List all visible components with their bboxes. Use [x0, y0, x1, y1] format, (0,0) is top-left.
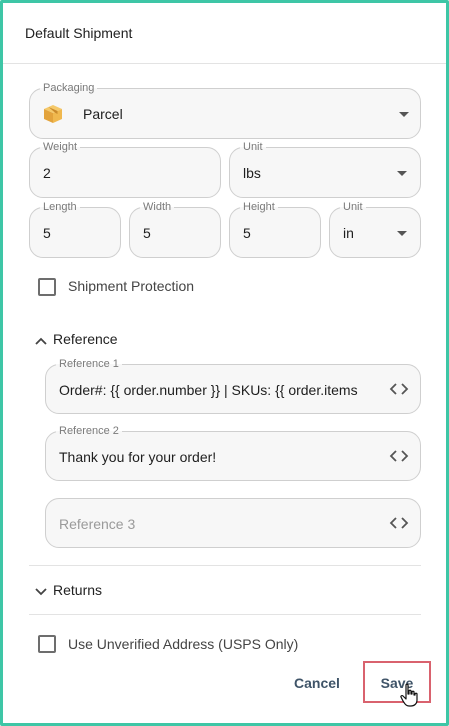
code-brackets-icon[interactable]: [389, 382, 409, 396]
returns-section-toggle[interactable]: Returns: [53, 582, 102, 598]
chevron-up-icon[interactable]: [34, 333, 48, 345]
reference-3-placeholder: Reference 3: [59, 516, 136, 532]
dialog-title: Default Shipment: [25, 25, 133, 41]
reference-2-input[interactable]: Reference 2 Thank you for your order!: [45, 424, 421, 481]
reference-2-value: Thank you for your order!: [59, 449, 217, 465]
packaging-label: Packaging: [40, 81, 98, 95]
hand-pointer-cursor-icon: [400, 683, 418, 707]
code-brackets-icon[interactable]: [389, 516, 409, 530]
packaging-select[interactable]: Packaging Parcel: [29, 81, 421, 139]
dimension-unit-select[interactable]: Unit in: [329, 200, 421, 258]
width-label: Width: [140, 200, 175, 214]
dimension-unit-value: in: [343, 225, 354, 241]
weight-label: Weight: [40, 140, 81, 154]
width-input[interactable]: Width 5: [129, 200, 221, 258]
chevron-down-icon: [399, 112, 409, 117]
cancel-button[interactable]: Cancel: [290, 673, 344, 693]
code-brackets-icon[interactable]: [389, 449, 409, 463]
reference-3-input[interactable]: Reference 3: [45, 498, 421, 548]
width-value: 5: [143, 225, 151, 241]
weight-unit-label: Unit: [240, 140, 266, 154]
packaging-value: Parcel: [83, 106, 123, 122]
reference-1-value: Order#: {{ order.number }} | SKUs: {{ or…: [59, 382, 358, 398]
dimension-unit-label: Unit: [340, 200, 366, 214]
reference-section-toggle[interactable]: Reference: [53, 331, 118, 347]
reference-1-input[interactable]: Reference 1 Order#: {{ order.number }} |…: [45, 357, 421, 414]
length-input[interactable]: Length 5: [29, 200, 121, 258]
height-input[interactable]: Height 5: [229, 200, 321, 258]
height-label: Height: [240, 200, 278, 214]
length-label: Length: [40, 200, 80, 214]
reference-2-label: Reference 2: [56, 424, 122, 438]
section-divider: [29, 565, 421, 566]
height-value: 5: [243, 225, 251, 241]
weight-input[interactable]: Weight 2: [29, 140, 221, 198]
shipment-protection-label[interactable]: Shipment Protection: [68, 278, 194, 294]
weight-value: 2: [43, 165, 51, 181]
parcel-box-icon: [42, 103, 64, 125]
shipment-protection-checkbox[interactable]: [38, 278, 56, 296]
header-divider: [3, 63, 446, 64]
unverified-address-checkbox[interactable]: [38, 635, 56, 653]
section-divider: [29, 614, 421, 615]
chevron-down-icon[interactable]: [34, 584, 48, 596]
chevron-down-icon: [397, 171, 407, 176]
unverified-address-label[interactable]: Use Unverified Address (USPS Only): [68, 636, 298, 652]
weight-unit-value: lbs: [243, 165, 261, 181]
chevron-down-icon: [397, 231, 407, 236]
length-value: 5: [43, 225, 51, 241]
reference-1-label: Reference 1: [56, 357, 122, 371]
weight-unit-select[interactable]: Unit lbs: [229, 140, 421, 198]
